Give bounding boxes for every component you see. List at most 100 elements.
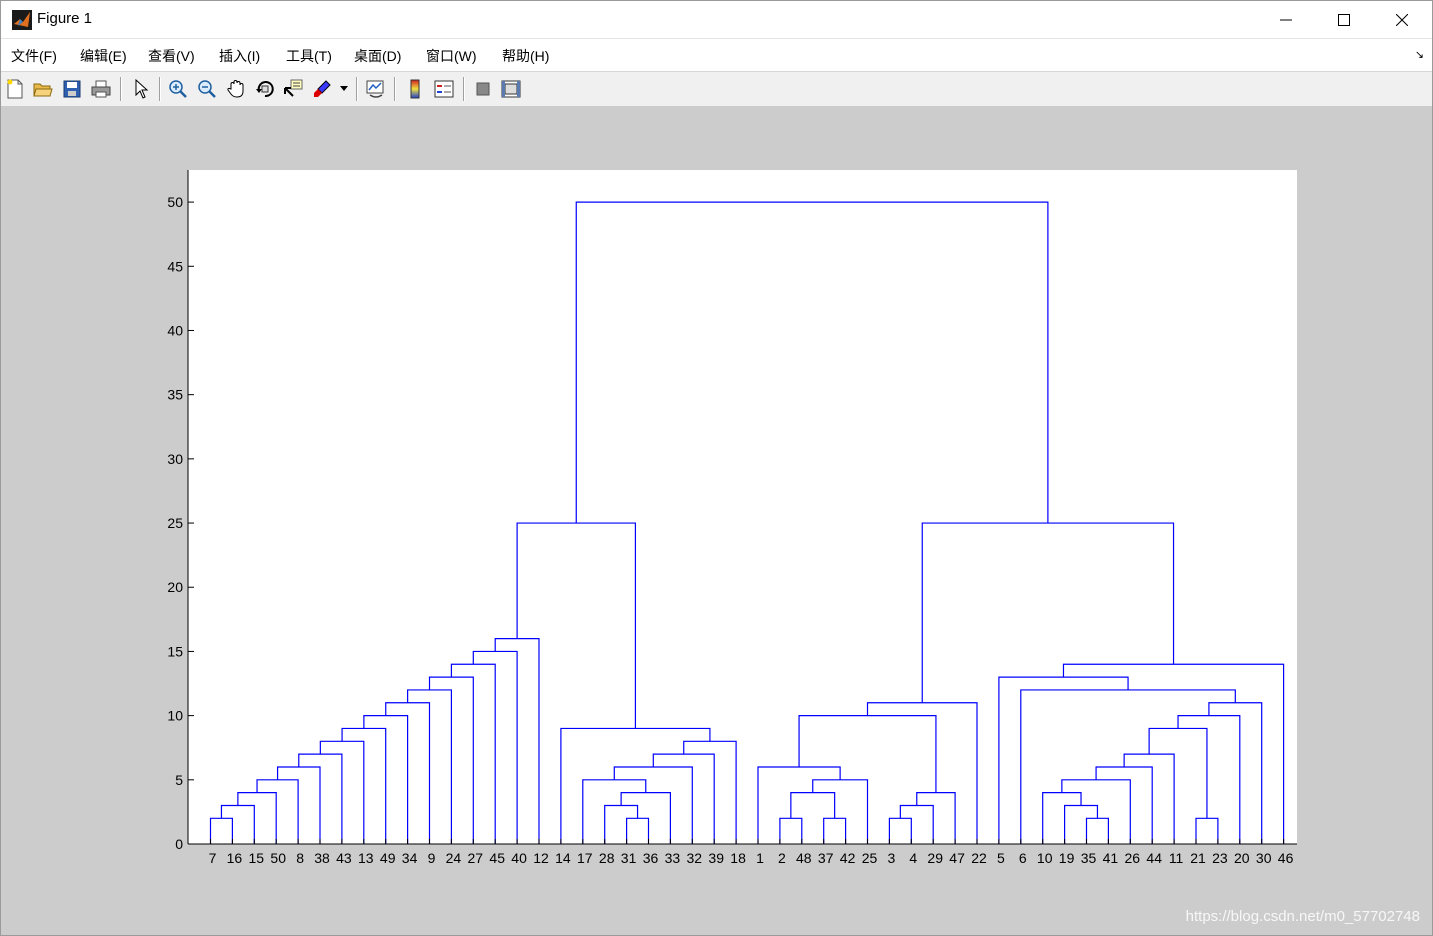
rotate-3d-icon[interactable] xyxy=(254,78,276,100)
leaf-label-34: 34 xyxy=(402,850,418,866)
leaf-label-23: 23 xyxy=(1212,850,1228,866)
leaf-label-16: 16 xyxy=(227,850,243,866)
maximize-icon xyxy=(1338,14,1350,26)
leaf-label-38: 38 xyxy=(314,850,330,866)
link-plot-icon[interactable] xyxy=(365,78,387,100)
leaf-label-20: 20 xyxy=(1234,850,1250,866)
hide-plot-tools-icon[interactable] xyxy=(472,78,494,100)
toolbar-separator xyxy=(463,77,465,101)
leaf-label-22: 22 xyxy=(971,850,987,866)
y-tick-label: 50 xyxy=(167,194,183,210)
pan-hand-icon[interactable] xyxy=(225,78,247,100)
minimize-button[interactable] xyxy=(1257,2,1315,38)
menu-bar: 文件(F) 编辑(E) 查看(V) 插入(I) 工具(T) 桌面(D) 窗口(W… xyxy=(1,38,1432,71)
y-tick-label: 15 xyxy=(167,643,183,659)
leaf-label-8: 8 xyxy=(296,850,304,866)
leaf-label-9: 9 xyxy=(428,850,436,866)
leaf-label-31: 31 xyxy=(621,850,637,866)
leaf-label-6: 6 xyxy=(1019,850,1027,866)
toolbar-separator xyxy=(159,77,161,101)
leaf-label-42: 42 xyxy=(840,850,856,866)
leaf-label-25: 25 xyxy=(862,850,878,866)
leaf-label-50: 50 xyxy=(270,850,286,866)
close-button[interactable] xyxy=(1373,2,1431,38)
print-icon[interactable] xyxy=(90,78,112,100)
leaf-label-11: 11 xyxy=(1169,850,1184,866)
y-tick-label: 30 xyxy=(167,451,183,467)
leaf-label-48: 48 xyxy=(796,850,812,866)
watermark-text: https://blog.csdn.net/m0_57702748 xyxy=(1185,908,1420,925)
leaf-label-39: 39 xyxy=(708,850,724,866)
save-icon[interactable] xyxy=(61,78,83,100)
leaf-label-40: 40 xyxy=(511,850,527,866)
leaf-label-21: 21 xyxy=(1190,850,1206,866)
y-tick-label: 45 xyxy=(167,258,183,274)
menu-file[interactable]: 文件(F) xyxy=(11,46,57,66)
leaf-label-18: 18 xyxy=(730,850,746,866)
menu-edit[interactable]: 编辑(E) xyxy=(80,46,127,66)
maximize-button[interactable] xyxy=(1315,2,1373,38)
window-title: Figure 1 xyxy=(37,10,93,27)
leaf-label-43: 43 xyxy=(336,850,352,866)
leaf-label-14: 14 xyxy=(555,850,571,866)
axes-background xyxy=(188,170,1297,844)
leaf-label-30: 30 xyxy=(1256,850,1272,866)
menu-insert[interactable]: 插入(I) xyxy=(219,46,260,66)
leaf-label-32: 32 xyxy=(687,850,703,866)
close-icon xyxy=(1396,14,1408,26)
toolbar-separator xyxy=(356,77,358,101)
leaf-label-13: 13 xyxy=(358,850,374,866)
title-bar[interactable]: Figure 1 xyxy=(1,1,1432,38)
legend-icon[interactable] xyxy=(433,78,455,100)
leaf-label-49: 49 xyxy=(380,850,396,866)
leaf-label-10: 10 xyxy=(1037,850,1053,866)
menu-tools[interactable]: 工具(T) xyxy=(286,46,332,66)
colorbar-icon[interactable] xyxy=(404,78,426,100)
minimize-icon xyxy=(1280,19,1292,21)
menu-view[interactable]: 查看(V) xyxy=(148,46,195,66)
edit-plot-arrow-icon[interactable] xyxy=(130,78,152,100)
dendrogram-plot[interactable]: 051015202530354045507 16 15 50 8 38 43 13 49 34 9 2… xyxy=(1,106,1432,935)
menu-desktop[interactable]: 桌面(D) xyxy=(354,46,401,66)
toolbar-separator xyxy=(394,77,396,101)
y-tick-label: 0 xyxy=(175,836,183,852)
zoom-in-icon[interactable] xyxy=(167,78,189,100)
leaf-label-1: 1 xyxy=(756,850,764,866)
leaf-label-47: 47 xyxy=(949,850,965,866)
data-cursor-icon[interactable] xyxy=(283,78,305,100)
matlab-icon xyxy=(12,10,32,30)
leaf-label-12: 12 xyxy=(533,850,549,866)
leaf-label-35: 35 xyxy=(1081,850,1097,866)
leaf-label-17: 17 xyxy=(577,850,593,866)
y-tick-label: 40 xyxy=(167,322,183,338)
brush-icon[interactable] xyxy=(312,78,334,100)
menu-help[interactable]: 帮助(H) xyxy=(502,46,549,66)
leaf-label-4: 4 xyxy=(909,850,917,866)
y-tick-label: 5 xyxy=(175,772,183,788)
show-plot-tools-icon[interactable] xyxy=(500,78,522,100)
leaf-label-3: 3 xyxy=(888,850,896,866)
toolbar-separator xyxy=(120,77,122,101)
figure-canvas: 0 5 10 15 20 25 30 35 40 45 50 7 16 15 50 8 38 43 13 49 34 9 2… xyxy=(1,106,1432,935)
new-figure-icon[interactable] xyxy=(4,78,26,100)
open-file-icon[interactable] xyxy=(32,78,54,100)
leaf-label-46: 46 xyxy=(1278,850,1294,866)
brush-dropdown-arrow-icon[interactable] xyxy=(337,78,351,100)
leaf-label-5: 5 xyxy=(997,850,1005,866)
leaf-label-26: 26 xyxy=(1125,850,1141,866)
leaf-label-29: 29 xyxy=(927,850,943,866)
leaf-label-15: 15 xyxy=(249,850,265,866)
leaf-label-45: 45 xyxy=(489,850,505,866)
leaf-label-27: 27 xyxy=(468,850,484,866)
y-tick-label: 35 xyxy=(167,387,183,403)
menu-window[interactable]: 窗口(W) xyxy=(426,46,477,66)
leaf-label-24: 24 xyxy=(446,850,462,866)
y-tick-label: 10 xyxy=(167,708,183,724)
menu-dock-arrow-icon[interactable]: ↘ xyxy=(1415,48,1424,61)
leaf-label-33: 33 xyxy=(665,850,681,866)
leaf-label-36: 36 xyxy=(643,850,659,866)
leaf-label-7: 7 xyxy=(209,850,217,866)
y-tick-label: 25 xyxy=(167,515,183,531)
leaf-label-37: 37 xyxy=(818,850,834,866)
zoom-out-icon[interactable] xyxy=(196,78,218,100)
